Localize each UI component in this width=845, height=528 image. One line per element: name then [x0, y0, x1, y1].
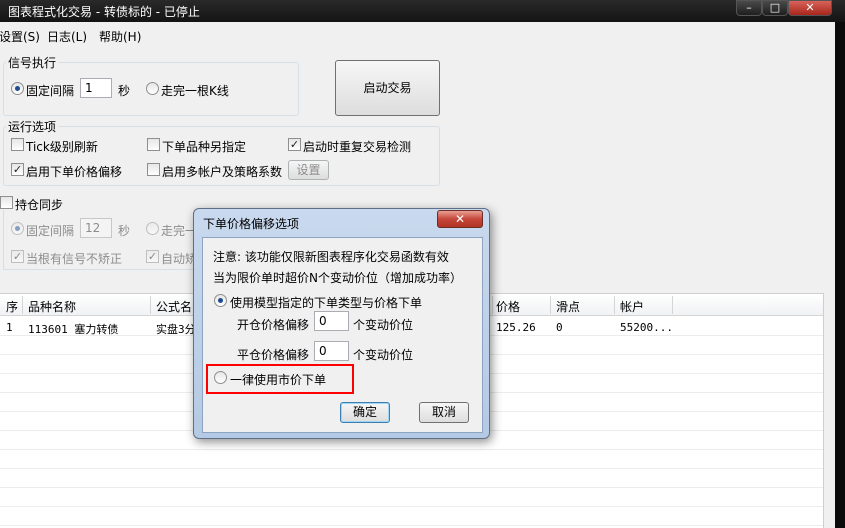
open-offset-unit: 个变动价位: [353, 318, 414, 332]
header-account[interactable]: 帐户: [620, 298, 644, 315]
header-slippage[interactable]: 滑点: [556, 298, 580, 315]
cancel-button[interactable]: 取消: [419, 402, 469, 423]
menu-log[interactable]: 日志(L): [47, 28, 87, 45]
multi-account-checkbox[interactable]: [147, 163, 160, 176]
cell-account: 55200...: [620, 321, 673, 334]
title-bar: 图表程式化交易 - 转债标的 - 已停止 – □ ✕: [0, 0, 845, 22]
position-sync-checkbox[interactable]: [0, 196, 13, 209]
open-offset-input[interactable]: [314, 311, 349, 331]
price-offset-checkbox[interactable]: ✓: [11, 163, 24, 176]
header-name[interactable]: 品种名称: [28, 298, 76, 315]
note-line-1: 注意: 该功能仅限新图表程序化交易函数有效: [213, 250, 449, 264]
tick-refresh-label: Tick级别刷新: [26, 140, 98, 154]
header-divider[interactable]: [550, 296, 551, 314]
auto-correct-label: 自动矫: [161, 252, 198, 266]
grid-line: [0, 468, 823, 469]
highlight-box: [206, 364, 354, 394]
order-variety-checkbox[interactable]: [147, 138, 160, 151]
dialog-title: 下单价格偏移选项: [203, 217, 300, 231]
model-order-label: 使用模型指定的下单类型与价格下单: [230, 296, 423, 310]
fixed-interval-radio[interactable]: [11, 82, 24, 95]
signal-interval-input[interactable]: [80, 78, 112, 98]
close-offset-label: 平仓价格偏移: [237, 348, 310, 362]
model-order-radio[interactable]: [214, 294, 227, 307]
start-trading-button[interactable]: 启动交易: [335, 60, 440, 116]
cell-seq: 1: [6, 321, 13, 334]
header-divider[interactable]: [150, 296, 151, 314]
header-price[interactable]: 价格: [496, 298, 520, 315]
tick-refresh-checkbox[interactable]: [11, 138, 24, 151]
maximize-button[interactable]: □: [762, 0, 788, 16]
cell-name: 113601 塞力转债: [28, 323, 119, 336]
ok-button[interactable]: 确定: [340, 402, 390, 423]
auto-correct-checkbox[interactable]: ✓: [146, 250, 159, 263]
wait-bar-radio[interactable]: [146, 82, 159, 95]
window-title: 图表程式化交易 - 转债标的 - 已停止: [8, 5, 200, 19]
no-correct-checkbox[interactable]: ✓: [11, 250, 24, 263]
header-divider[interactable]: [492, 296, 493, 314]
multi-account-settings-button[interactable]: 设置: [288, 160, 329, 180]
window-close-button[interactable]: ✕: [788, 0, 832, 16]
close-offset-input[interactable]: [314, 341, 349, 361]
grid-line: [0, 506, 823, 507]
seconds-unit: 秒: [118, 84, 131, 98]
menu-settings[interactable]: 设置(S): [0, 28, 40, 45]
background-chart-strip: [835, 22, 845, 528]
grid-line: [0, 525, 823, 526]
sync-fixed-interval-radio[interactable]: [11, 222, 24, 235]
note-line-2: 当为限价单时超价N个变动价位（增加成功率）: [213, 271, 462, 285]
grid-line: [0, 449, 823, 450]
cell-slippage: 0: [556, 321, 563, 334]
run-options-legend: 运行选项: [8, 120, 57, 134]
minimize-button[interactable]: –: [736, 0, 762, 16]
wait-bar-label: 走完一根K线: [161, 84, 229, 98]
open-offset-label: 开仓价格偏移: [237, 318, 310, 332]
fixed-interval-label: 固定间隔: [26, 84, 75, 98]
no-correct-label: 当根有信号不矫正: [26, 252, 123, 266]
close-offset-unit: 个变动价位: [353, 348, 414, 362]
header-divider[interactable]: [22, 296, 23, 314]
header-formula[interactable]: 公式名: [156, 298, 192, 315]
table-scroll-edge: [823, 293, 835, 528]
startup-check-label: 启动时重复交易检测: [303, 140, 412, 154]
header-divider[interactable]: [614, 296, 615, 314]
order-variety-label: 下单品种另指定: [162, 140, 247, 154]
sync-fixed-interval-label: 固定间隔: [26, 224, 75, 238]
sync-wait-bar-label: 走完一: [161, 224, 198, 238]
price-offset-label: 启用下单价格偏移: [26, 165, 123, 179]
multi-account-label: 启用多帐户及策略系数: [162, 165, 283, 179]
header-seq[interactable]: 序: [6, 298, 18, 315]
dialog-close-button[interactable]: ✕: [437, 210, 483, 228]
sync-seconds-unit: 秒: [118, 224, 131, 238]
dialog-body: 注意: 该功能仅限新图表程序化交易函数有效 当为限价单时超价N个变动价位（增加成…: [202, 237, 483, 433]
cell-formula: 实盘3分: [156, 323, 196, 336]
startup-check-checkbox[interactable]: ✓: [288, 138, 301, 151]
sync-interval-input[interactable]: [80, 218, 112, 238]
sync-wait-bar-radio[interactable]: [146, 222, 159, 235]
cell-price: 125.26: [496, 321, 536, 334]
menu-help[interactable]: 帮助(H): [99, 28, 141, 45]
price-offset-dialog: 下单价格偏移选项 ✕ 注意: 该功能仅限新图表程序化交易函数有效 当为限价单时超…: [193, 208, 490, 439]
grid-line: [0, 487, 823, 488]
header-divider[interactable]: [672, 296, 673, 314]
signal-legend: 信号执行: [8, 56, 57, 70]
